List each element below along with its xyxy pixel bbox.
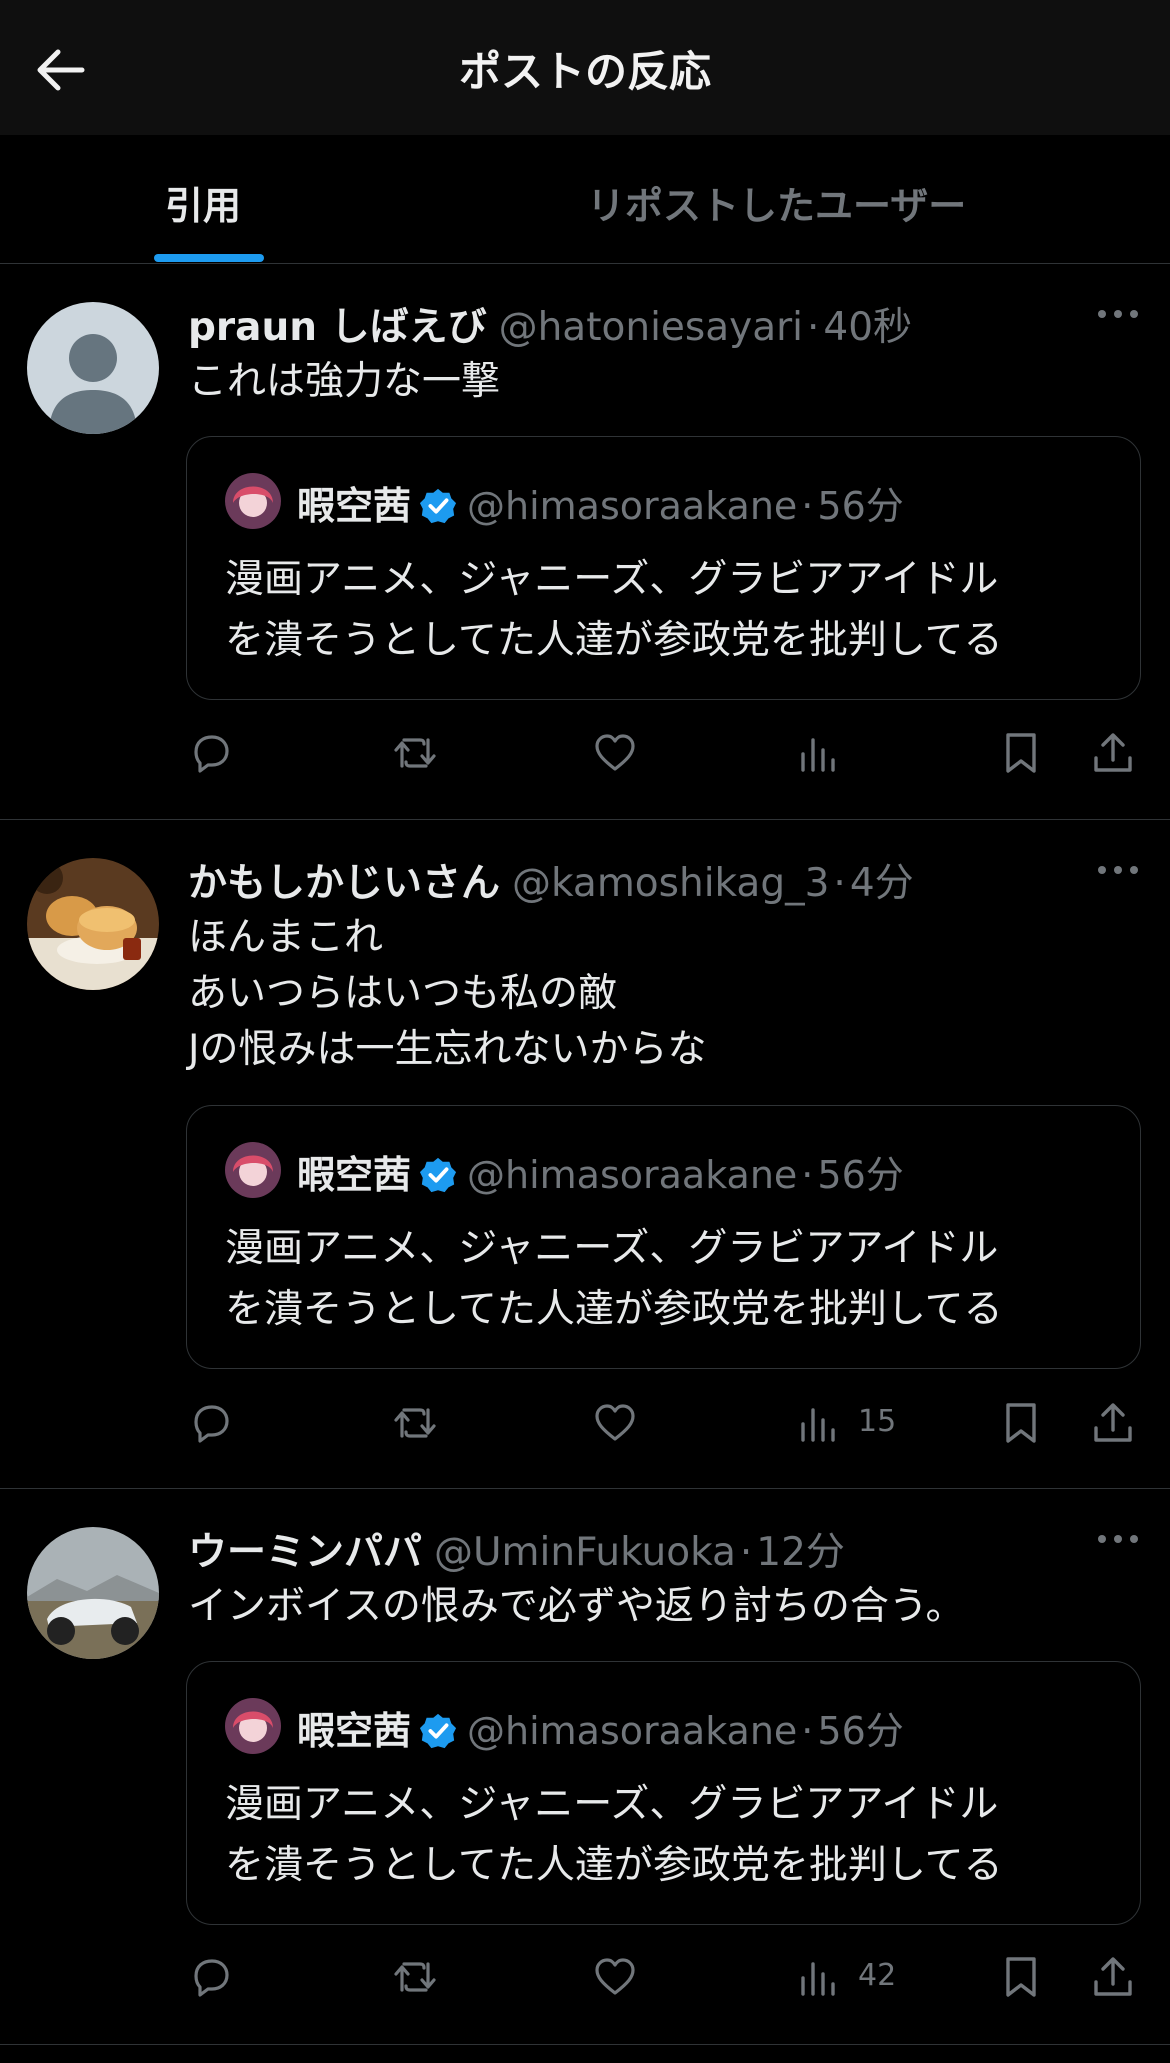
quoted-post[interactable]: 暇空茜 @himasoraakane · 56分 漫画アニメ、ジャニーズ、グラビアアイ…	[186, 436, 1141, 700]
tab-reposts[interactable]: リポストしたユーザー	[587, 175, 966, 230]
separator-dot: ·	[739, 1530, 753, 1575]
quoted-meta: 暇空茜 @himasoraakane · 56分	[297, 1700, 904, 1755]
avatar[interactable]	[27, 1527, 159, 1659]
like-icon[interactable]	[592, 1400, 638, 1446]
active-tab-indicator	[154, 254, 264, 262]
views-icon[interactable]	[795, 1954, 841, 2000]
like-icon[interactable]	[592, 1954, 638, 2000]
post[interactable]: ウーミンパパ @UminFukuoka · 12分 インボイスの恨みで必ずや返り討ちの…	[0, 1489, 1170, 2045]
separator-dot: ·	[801, 1153, 814, 1197]
quoted-text: 漫画アニメ、ジャニーズ、グラビアアイドル を潰そうとしてた人達が参政党を批判して…	[225, 549, 1003, 671]
quoted-author-name: 暇空茜	[297, 484, 412, 528]
reply-icon[interactable]	[188, 730, 234, 776]
action-bar	[0, 730, 1170, 790]
repost-icon[interactable]	[392, 1954, 438, 2000]
like-icon[interactable]	[592, 730, 638, 776]
pancake-avatar-image	[27, 858, 159, 990]
more-options-icon[interactable]	[1094, 860, 1142, 880]
tab-bar: 引用 リポストしたユーザー	[0, 135, 1170, 264]
quoted-text: 漫画アニメ、ジャニーズ、グラビアアイドル を潰そうとしてた人達が参政党を批判して…	[225, 1774, 1003, 1896]
bookmark-icon[interactable]	[998, 1400, 1044, 1446]
quoted-line: 漫画アニメ、ジャニーズ、グラビアアイドル	[225, 1782, 999, 1827]
quoted-handle: @himasoraakane	[467, 1709, 798, 1753]
action-bar: 15	[0, 1400, 1170, 1460]
post-text: ほんまこれ あいつらはいつも私の敵 Jの恨みは一生忘れないからな	[188, 910, 707, 1078]
quoted-avatar	[225, 1142, 281, 1198]
repost-icon[interactable]	[392, 730, 438, 776]
action-bar: 42	[0, 1954, 1170, 2014]
author-handle[interactable]: @hatoniesayari	[499, 305, 803, 350]
quoted-handle: @himasoraakane	[467, 484, 798, 528]
author-name[interactable]: praun しばえび	[188, 305, 487, 350]
quoted-text: 漫画アニメ、ジャニーズ、グラビアアイドル を潰そうとしてた人達が参政党を批判して…	[225, 1218, 1003, 1340]
views-icon[interactable]	[795, 1400, 841, 1446]
separator-dot: ·	[806, 305, 820, 350]
separator-dot: ·	[833, 861, 846, 906]
quoted-handle: @himasoraakane	[467, 1153, 798, 1197]
post-line: ほんまこれ	[188, 915, 384, 960]
separator-dot: ·	[801, 1709, 814, 1753]
author-handle[interactable]: @UminFukuoka	[434, 1530, 736, 1575]
top-bar: ポストの反応	[0, 0, 1170, 135]
quoted-author-name: 暇空茜	[297, 1153, 412, 1197]
post-line: Jの恨みは一生忘れないからな	[188, 1027, 707, 1072]
verified-badge-icon	[419, 1713, 457, 1748]
post[interactable]: praun しばえび @hatoniesayari · 40秒 これは強力な一撃 暇空…	[0, 264, 1170, 820]
share-icon[interactable]	[1090, 1400, 1136, 1446]
views-icon[interactable]	[795, 730, 841, 776]
default-avatar-icon	[27, 302, 159, 434]
share-icon[interactable]	[1090, 730, 1136, 776]
post-time: 4分	[849, 861, 914, 906]
quoted-line: 漫画アニメ、ジャニーズ、グラビアアイドル	[225, 1226, 999, 1271]
share-icon[interactable]	[1090, 1954, 1136, 2000]
reply-icon[interactable]	[188, 1954, 234, 2000]
post-line: インボイスの恨みで必ずや返り討ちの合う。	[188, 1584, 965, 1629]
quoted-post[interactable]: 暇空茜 @himasoraakane · 56分 漫画アニメ、ジャニーズ、グラビアアイ…	[186, 1661, 1141, 1925]
reply-icon[interactable]	[188, 1400, 234, 1446]
post[interactable]: かもしかじいさん @kamoshikag_3 · 4分 ほんまこれ あいつらはいつも私…	[0, 820, 1170, 1489]
more-options-icon[interactable]	[1094, 304, 1142, 324]
quoted-avatar	[225, 1698, 281, 1754]
bookmark-icon[interactable]	[998, 1954, 1044, 2000]
quoted-line: を潰そうとしてた人達が参政党を批判してる	[225, 618, 1003, 663]
views-count: 15	[858, 1404, 897, 1439]
quoted-line: を潰そうとしてた人達が参政党を批判してる	[225, 1843, 1003, 1888]
author-handle[interactable]: @kamoshikag_3	[512, 861, 829, 906]
post-time: 40秒	[823, 305, 913, 350]
post-meta: かもしかじいさん @kamoshikag_3 · 4分	[188, 852, 914, 908]
quoted-meta: 暇空茜 @himasoraakane · 56分	[297, 475, 904, 530]
quoted-time: 56分	[817, 1153, 904, 1197]
separator-dot: ·	[801, 484, 814, 528]
avatar[interactable]	[27, 302, 159, 434]
page-title: ポストの反応	[458, 47, 711, 96]
author-name[interactable]: かもしかじいさん	[188, 861, 500, 906]
views-count: 42	[858, 1958, 897, 1993]
verified-badge-icon	[419, 488, 457, 523]
post-text: これは強力な一撃	[188, 354, 500, 410]
avatar[interactable]	[27, 858, 159, 990]
verified-badge-icon	[419, 1157, 457, 1192]
author-name[interactable]: ウーミンパパ	[188, 1530, 422, 1575]
repost-icon[interactable]	[392, 1400, 438, 1446]
post-meta: ウーミンパパ @UminFukuoka · 12分	[188, 1521, 845, 1577]
more-options-icon[interactable]	[1094, 1529, 1142, 1549]
quoted-meta: 暇空茜 @himasoraakane · 56分	[297, 1144, 904, 1199]
bookmark-icon[interactable]	[998, 730, 1044, 776]
quoted-avatar	[225, 473, 281, 529]
post-time: 12分	[756, 1530, 845, 1575]
quoted-line: 漫画アニメ、ジャニーズ、グラビアアイドル	[225, 557, 999, 602]
post-line: あいつらはいつも私の敵	[188, 971, 618, 1016]
quoted-line: を潰そうとしてた人達が参政党を批判してる	[225, 1287, 1003, 1332]
post-meta: praun しばえび @hatoniesayari · 40秒	[188, 296, 912, 352]
post-text: インボイスの恨みで必ずや返り討ちの合う。	[188, 1579, 965, 1635]
quoted-time: 56分	[817, 1709, 904, 1753]
motorcycle-avatar-image	[27, 1527, 159, 1659]
quoted-post[interactable]: 暇空茜 @himasoraakane · 56分 漫画アニメ、ジャニーズ、グラビアアイ…	[186, 1105, 1141, 1369]
post-line: これは強力な一撃	[188, 359, 501, 404]
quoted-time: 56分	[817, 484, 904, 528]
quoted-author-name: 暇空茜	[297, 1709, 412, 1753]
tab-quotes[interactable]: 引用	[165, 175, 241, 230]
